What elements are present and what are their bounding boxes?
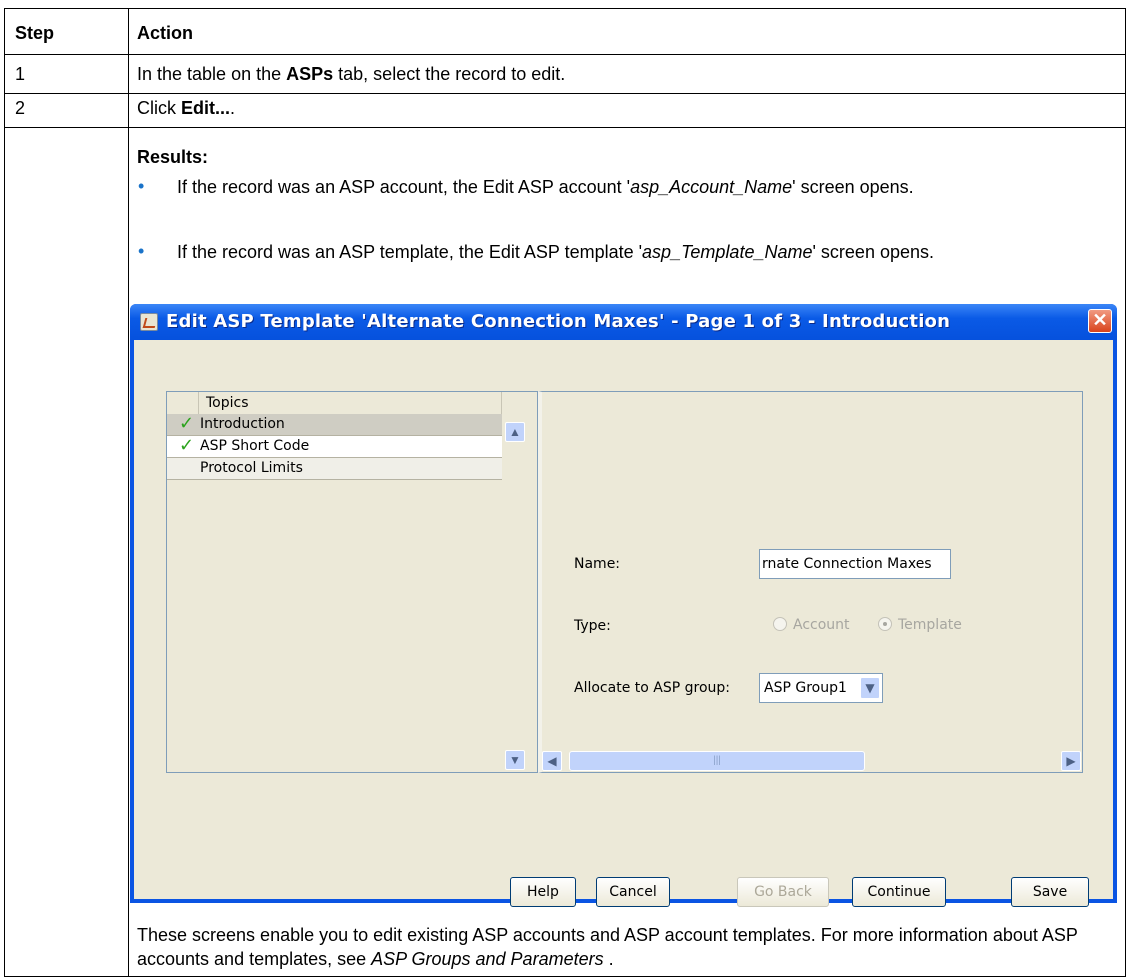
checkmark-icon: ✓ bbox=[179, 435, 195, 456]
bullet-icon: • bbox=[138, 241, 145, 261]
step-number-1: 1 bbox=[15, 64, 26, 84]
go-back-button[interactable]: Go Back bbox=[737, 877, 829, 907]
radio-icon bbox=[773, 617, 787, 631]
chevron-right-icon[interactable]: ▶ bbox=[1061, 751, 1081, 771]
chevron-down-icon[interactable]: ▼ bbox=[860, 677, 880, 699]
step-2-click: Click Edit.... bbox=[137, 98, 236, 118]
header-step: Step bbox=[15, 23, 55, 43]
step-2-footer-text: These screens enable you to edit existin… bbox=[137, 925, 1078, 969]
type-radio-template[interactable]: Template bbox=[878, 617, 962, 633]
header-action: Action bbox=[137, 23, 193, 43]
form-horizontal-scrollbar[interactable]: ◀ ||| ▶ bbox=[542, 750, 1083, 772]
topic-label: Introduction bbox=[200, 416, 285, 432]
dialog-body: Topics ✓ Introduction ✓ ASP Short Code P… bbox=[134, 340, 1113, 907]
asp-group-value: ASP Group1 bbox=[764, 680, 847, 696]
topic-item-asp-short-code[interactable]: ✓ ASP Short Code bbox=[167, 435, 502, 458]
radio-selected-icon bbox=[878, 617, 892, 631]
dialog-title: Edit ASP Template 'Alternate Connection … bbox=[166, 311, 951, 332]
checkmark-icon: ✓ bbox=[179, 413, 195, 434]
topic-item-protocol-limits[interactable]: Protocol Limits bbox=[167, 458, 502, 480]
close-icon[interactable]: ✕ bbox=[1088, 309, 1112, 333]
chevron-up-icon[interactable]: ▲ bbox=[505, 422, 525, 442]
topics-vertical-scrollbar[interactable]: ▲ ▼ bbox=[505, 422, 527, 772]
result-bullet-template: If the record was an ASP template, the E… bbox=[177, 242, 934, 262]
type-label: Type: bbox=[574, 618, 611, 634]
name-input[interactable]: rnate Connection Maxes bbox=[759, 549, 951, 579]
type-radio-account[interactable]: Account bbox=[773, 617, 850, 633]
topics-header-label: Topics bbox=[199, 392, 502, 414]
introduction-form-panel: Name: rnate Connection Maxes Type: Accou… bbox=[538, 391, 1083, 773]
chevron-left-icon[interactable]: ◀ bbox=[542, 751, 562, 771]
row-divider bbox=[5, 93, 1125, 94]
asp-group-label: Allocate to ASP group: bbox=[574, 680, 730, 696]
column-divider bbox=[128, 9, 129, 976]
topic-item-introduction[interactable]: ✓ Introduction bbox=[167, 413, 502, 436]
topics-header: Topics bbox=[167, 392, 502, 414]
radio-label: Template bbox=[898, 617, 962, 633]
edit-asp-template-dialog: Edit ASP Template 'Alternate Connection … bbox=[130, 304, 1117, 907]
radio-label: Account bbox=[793, 617, 850, 633]
results-label: Results: bbox=[137, 147, 209, 167]
java-app-icon bbox=[140, 313, 158, 331]
save-button[interactable]: Save bbox=[1011, 877, 1089, 907]
continue-button[interactable]: Continue bbox=[852, 877, 946, 907]
step-number-2: 2 bbox=[15, 98, 26, 118]
topics-header-check-col bbox=[167, 392, 199, 414]
name-label: Name: bbox=[574, 556, 621, 572]
row-divider bbox=[5, 54, 1125, 55]
chevron-down-icon[interactable]: ▼ bbox=[505, 750, 525, 770]
topics-panel: Topics ✓ Introduction ✓ ASP Short Code P… bbox=[166, 391, 538, 773]
cancel-button[interactable]: Cancel bbox=[596, 877, 670, 907]
topic-label: Protocol Limits bbox=[200, 460, 303, 476]
result-bullet-account: If the record was an ASP account, the Ed… bbox=[177, 177, 914, 197]
scroll-thumb[interactable]: ||| bbox=[569, 751, 865, 771]
bullet-icon: • bbox=[138, 176, 145, 196]
topic-label: ASP Short Code bbox=[200, 438, 310, 454]
step-1-action: In the table on the ASPs tab, select the… bbox=[137, 64, 566, 84]
dialog-titlebar[interactable]: Edit ASP Template 'Alternate Connection … bbox=[130, 304, 1117, 340]
asp-group-select[interactable]: ASP Group1 ▼ bbox=[759, 673, 883, 703]
row-divider bbox=[5, 127, 1125, 128]
help-button[interactable]: Help bbox=[510, 877, 576, 907]
